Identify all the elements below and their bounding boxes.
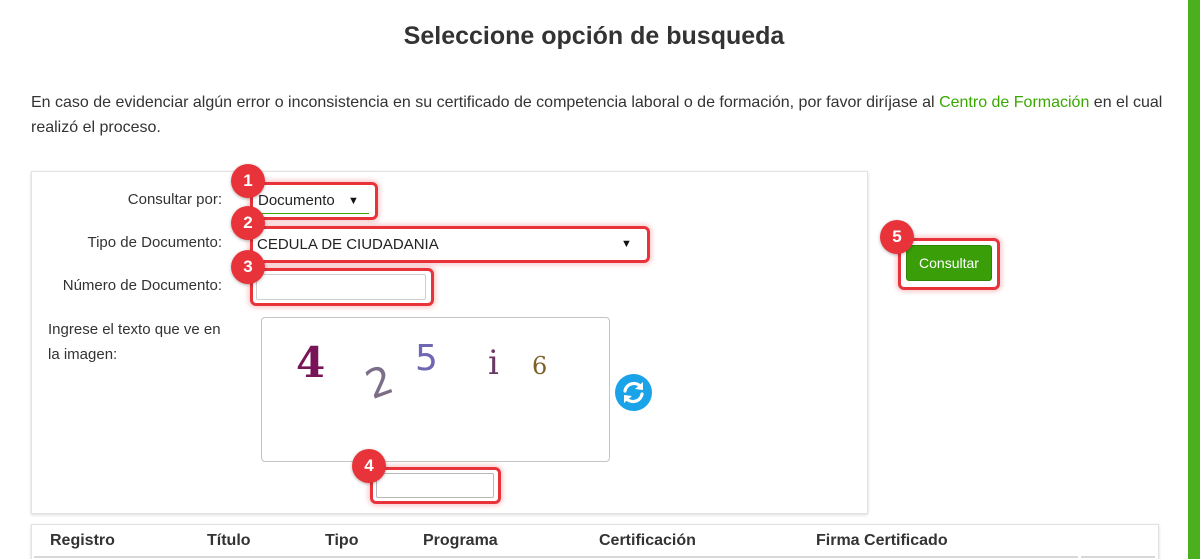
table-header-titulo: Título — [207, 532, 251, 549]
step-badge-3: 3 — [231, 250, 265, 284]
consultar-por-label: Consultar por: — [127, 191, 222, 208]
step-badge-4: 4 — [352, 449, 386, 483]
captcha-char-5: 6 — [532, 352, 547, 380]
refresh-icon[interactable] — [615, 374, 652, 411]
captcha-char-1: 4 — [296, 338, 325, 387]
highlight-box-3 — [250, 268, 434, 306]
captcha-label: Ingrese el texto que ve en la imagen: — [48, 321, 221, 363]
right-edge-bar — [1188, 0, 1200, 559]
table-header-divider — [1081, 556, 1155, 558]
highlight-box-1 — [250, 182, 378, 220]
numero-documento-label: Número de Documento: — [62, 277, 222, 294]
notice-text-before: En caso de evidenciar algún error o inco… — [31, 94, 940, 111]
step-badge-2: 2 — [231, 206, 265, 240]
table-header-tipo: Tipo — [325, 532, 359, 549]
table-header-programa: Programa — [423, 532, 498, 549]
highlight-box-5 — [898, 238, 1000, 290]
captcha-char-2: 2 — [360, 357, 400, 409]
tipo-documento-label: Tipo de Documento: — [87, 234, 222, 251]
highlight-box-2 — [250, 226, 650, 263]
table-header-firma-certificado: Firma Certificado — [816, 532, 948, 549]
centro-formacion-link[interactable]: Centro de Formación — [939, 94, 1089, 111]
step-badge-1: 1 — [231, 164, 265, 198]
table-header-divider — [34, 556, 1078, 558]
table-header-certificacion: Certificación — [599, 532, 696, 549]
page-title: Seleccione opción de busqueda — [403, 22, 785, 50]
captcha-image: 4 2 5 i 6 — [261, 317, 610, 462]
captcha-char-4: i — [488, 343, 499, 383]
results-table — [31, 524, 1159, 559]
notice-text: En caso de evidenciar algún error o inco… — [31, 90, 1166, 140]
highlight-box-4 — [370, 467, 501, 504]
table-header-registro: Registro — [50, 532, 115, 549]
captcha-char-3: 5 — [415, 338, 438, 379]
step-badge-5: 5 — [880, 220, 914, 254]
